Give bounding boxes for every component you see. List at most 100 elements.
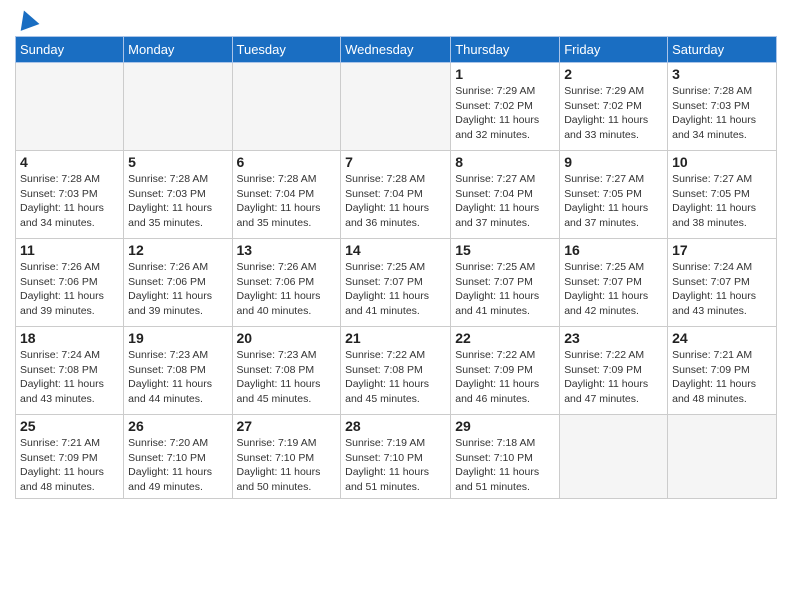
calendar-table: SundayMondayTuesdayWednesdayThursdayFrid… xyxy=(15,36,777,499)
week-row-2: 4 Sunrise: 7:28 AM Sunset: 7:03 PM Daylig… xyxy=(16,151,777,239)
day-number: 5 xyxy=(128,154,227,170)
day-info: Sunrise: 7:27 AM Sunset: 7:05 PM Dayligh… xyxy=(672,172,772,231)
day-info: Sunrise: 7:27 AM Sunset: 7:04 PM Dayligh… xyxy=(455,172,555,231)
day-number: 28 xyxy=(345,418,446,434)
day-info: Sunrise: 7:25 AM Sunset: 7:07 PM Dayligh… xyxy=(455,260,555,319)
day-info: Sunrise: 7:22 AM Sunset: 7:09 PM Dayligh… xyxy=(564,348,663,407)
day-cell: 6 Sunrise: 7:28 AM Sunset: 7:04 PM Daylig… xyxy=(232,151,341,239)
day-cell: 2 Sunrise: 7:29 AM Sunset: 7:02 PM Daylig… xyxy=(560,63,668,151)
day-cell: 19 Sunrise: 7:23 AM Sunset: 7:08 PM Dayli… xyxy=(124,327,232,415)
col-header-wednesday: Wednesday xyxy=(341,37,451,63)
day-number: 18 xyxy=(20,330,119,346)
day-info: Sunrise: 7:24 AM Sunset: 7:08 PM Dayligh… xyxy=(20,348,119,407)
day-cell: 11Sunrise: 7:26 AM Sunset: 7:06 PM Dayli… xyxy=(16,239,124,327)
day-cell: 1 Sunrise: 7:29 AM Sunset: 7:02 PM Daylig… xyxy=(451,63,560,151)
day-cell: 23Sunrise: 7:22 AM Sunset: 7:09 PM Dayli… xyxy=(560,327,668,415)
day-info: Sunrise: 7:26 AM Sunset: 7:06 PM Dayligh… xyxy=(20,260,119,319)
day-cell xyxy=(560,415,668,499)
day-cell xyxy=(16,63,124,151)
day-info: Sunrise: 7:24 AM Sunset: 7:07 PM Dayligh… xyxy=(672,260,772,319)
day-number: 13 xyxy=(237,242,337,258)
day-cell: 25 Sunrise: 7:21 AM Sunset: 7:09 PM Dayli… xyxy=(16,415,124,499)
day-cell: 22 Sunrise: 7:22 AM Sunset: 7:09 PM Dayli… xyxy=(451,327,560,415)
day-info: Sunrise: 7:22 AM Sunset: 7:08 PM Dayligh… xyxy=(345,348,446,407)
day-number: 9 xyxy=(564,154,663,170)
day-cell: 29 Sunrise: 7:18 AM Sunset: 7:10 PM Dayli… xyxy=(451,415,560,499)
day-number: 17 xyxy=(672,242,772,258)
day-number: 20 xyxy=(237,330,337,346)
day-cell: 4Sunrise: 7:28 AM Sunset: 7:03 PM Daylig… xyxy=(16,151,124,239)
day-number: 1 xyxy=(455,66,555,82)
day-number: 7 xyxy=(345,154,446,170)
day-number: 3 xyxy=(672,66,772,82)
day-number: 25 xyxy=(20,418,119,434)
day-info: Sunrise: 7:22 AM Sunset: 7:09 PM Dayligh… xyxy=(455,348,555,407)
day-number: 6 xyxy=(237,154,337,170)
day-cell: 24 Sunrise: 7:21 AM Sunset: 7:09 PM Dayli… xyxy=(668,327,777,415)
day-number: 26 xyxy=(128,418,227,434)
day-info: Sunrise: 7:23 AM Sunset: 7:08 PM Dayligh… xyxy=(128,348,227,407)
day-cell: 17 Sunrise: 7:24 AM Sunset: 7:07 PM Dayli… xyxy=(668,239,777,327)
day-info: Sunrise: 7:20 AM Sunset: 7:10 PM Dayligh… xyxy=(128,436,227,495)
day-info: Sunrise: 7:25 AM Sunset: 7:07 PM Dayligh… xyxy=(345,260,446,319)
week-row-1: 1 Sunrise: 7:29 AM Sunset: 7:02 PM Daylig… xyxy=(16,63,777,151)
day-cell: 7 Sunrise: 7:28 AM Sunset: 7:04 PM Daylig… xyxy=(341,151,451,239)
day-cell: 5 Sunrise: 7:28 AM Sunset: 7:03 PM Daylig… xyxy=(124,151,232,239)
day-cell: 3 Sunrise: 7:28 AM Sunset: 7:03 PM Daylig… xyxy=(668,63,777,151)
day-cell: 12 Sunrise: 7:26 AM Sunset: 7:06 PM Dayli… xyxy=(124,239,232,327)
day-info: Sunrise: 7:21 AM Sunset: 7:09 PM Dayligh… xyxy=(20,436,119,495)
day-number: 19 xyxy=(128,330,227,346)
page: SundayMondayTuesdayWednesdayThursdayFrid… xyxy=(0,0,792,509)
col-header-thursday: Thursday xyxy=(451,37,560,63)
day-cell: 9 Sunrise: 7:27 AM Sunset: 7:05 PM Daylig… xyxy=(560,151,668,239)
day-info: Sunrise: 7:28 AM Sunset: 7:03 PM Dayligh… xyxy=(672,84,772,143)
day-number: 15 xyxy=(455,242,555,258)
header xyxy=(15,10,777,28)
day-info: Sunrise: 7:28 AM Sunset: 7:04 PM Dayligh… xyxy=(237,172,337,231)
day-info: Sunrise: 7:26 AM Sunset: 7:06 PM Dayligh… xyxy=(237,260,337,319)
day-number: 12 xyxy=(128,242,227,258)
day-info: Sunrise: 7:28 AM Sunset: 7:04 PM Dayligh… xyxy=(345,172,446,231)
col-header-sunday: Sunday xyxy=(16,37,124,63)
col-header-monday: Monday xyxy=(124,37,232,63)
day-cell: 10Sunrise: 7:27 AM Sunset: 7:05 PM Dayli… xyxy=(668,151,777,239)
calendar-header-row: SundayMondayTuesdayWednesdayThursdayFrid… xyxy=(16,37,777,63)
day-number: 22 xyxy=(455,330,555,346)
day-info: Sunrise: 7:29 AM Sunset: 7:02 PM Dayligh… xyxy=(564,84,663,143)
day-cell xyxy=(341,63,451,151)
day-info: Sunrise: 7:28 AM Sunset: 7:03 PM Dayligh… xyxy=(128,172,227,231)
day-info: Sunrise: 7:27 AM Sunset: 7:05 PM Dayligh… xyxy=(564,172,663,231)
day-info: Sunrise: 7:21 AM Sunset: 7:09 PM Dayligh… xyxy=(672,348,772,407)
day-cell: 14 Sunrise: 7:25 AM Sunset: 7:07 PM Dayli… xyxy=(341,239,451,327)
logo xyxy=(15,10,37,28)
week-row-4: 18 Sunrise: 7:24 AM Sunset: 7:08 PM Dayli… xyxy=(16,327,777,415)
day-cell: 20Sunrise: 7:23 AM Sunset: 7:08 PM Dayli… xyxy=(232,327,341,415)
day-cell xyxy=(124,63,232,151)
col-header-tuesday: Tuesday xyxy=(232,37,341,63)
day-cell: 21 Sunrise: 7:22 AM Sunset: 7:08 PM Dayli… xyxy=(341,327,451,415)
day-info: Sunrise: 7:25 AM Sunset: 7:07 PM Dayligh… xyxy=(564,260,663,319)
day-number: 8 xyxy=(455,154,555,170)
day-number: 2 xyxy=(564,66,663,82)
col-header-saturday: Saturday xyxy=(668,37,777,63)
col-header-friday: Friday xyxy=(560,37,668,63)
day-info: Sunrise: 7:26 AM Sunset: 7:06 PM Dayligh… xyxy=(128,260,227,319)
day-cell xyxy=(232,63,341,151)
day-number: 29 xyxy=(455,418,555,434)
week-row-3: 11Sunrise: 7:26 AM Sunset: 7:06 PM Dayli… xyxy=(16,239,777,327)
day-cell: 26 Sunrise: 7:20 AM Sunset: 7:10 PM Dayli… xyxy=(124,415,232,499)
day-info: Sunrise: 7:18 AM Sunset: 7:10 PM Dayligh… xyxy=(455,436,555,495)
day-number: 24 xyxy=(672,330,772,346)
day-cell xyxy=(668,415,777,499)
day-number: 27 xyxy=(237,418,337,434)
logo-triangle-icon xyxy=(15,7,40,31)
day-number: 21 xyxy=(345,330,446,346)
week-row-5: 25 Sunrise: 7:21 AM Sunset: 7:09 PM Dayli… xyxy=(16,415,777,499)
day-info: Sunrise: 7:29 AM Sunset: 7:02 PM Dayligh… xyxy=(455,84,555,143)
day-number: 14 xyxy=(345,242,446,258)
day-cell: 15 Sunrise: 7:25 AM Sunset: 7:07 PM Dayli… xyxy=(451,239,560,327)
day-number: 16 xyxy=(564,242,663,258)
day-number: 4 xyxy=(20,154,119,170)
day-cell: 13 Sunrise: 7:26 AM Sunset: 7:06 PM Dayli… xyxy=(232,239,341,327)
day-cell: 16 Sunrise: 7:25 AM Sunset: 7:07 PM Dayli… xyxy=(560,239,668,327)
